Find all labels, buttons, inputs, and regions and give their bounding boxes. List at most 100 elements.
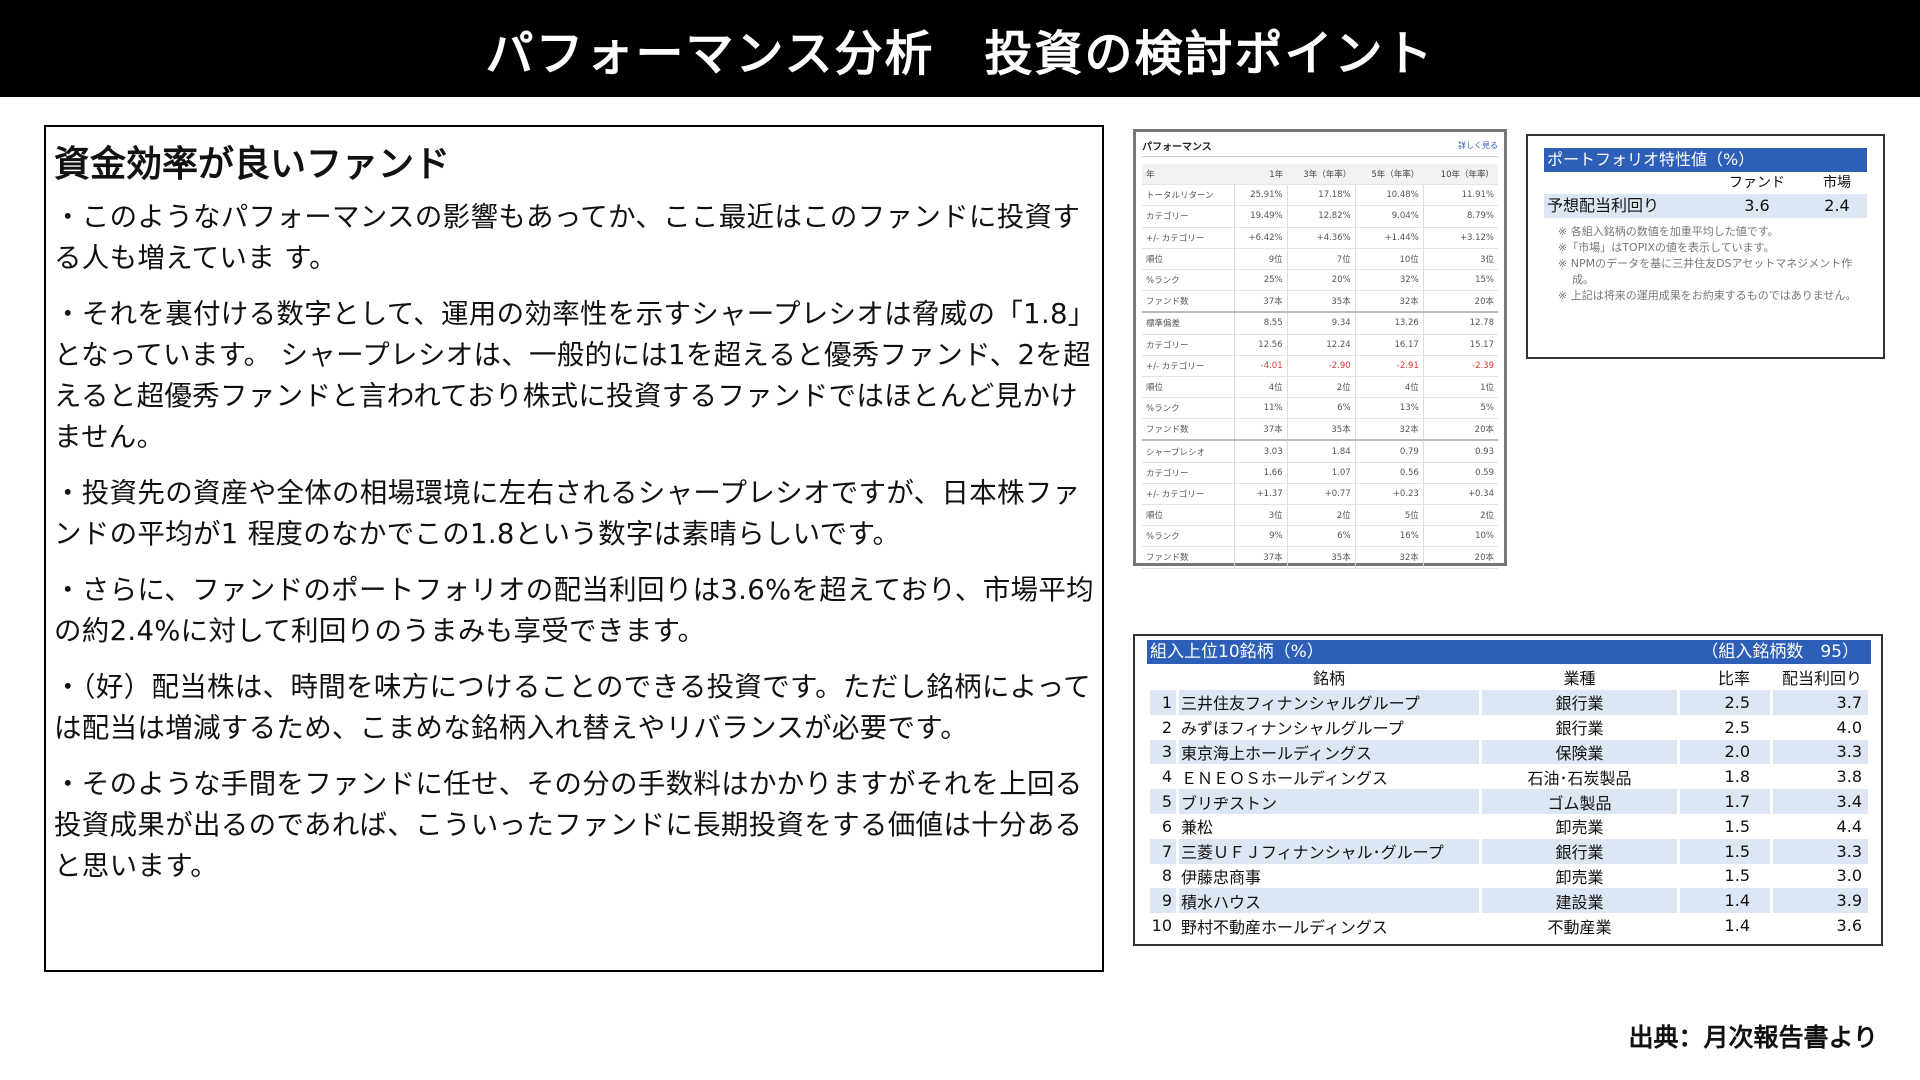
rank-number: 1 — [1150, 690, 1176, 715]
performance-header-row: 年 1年 3年（年率） 5年（年率） 10年（年率） — [1142, 164, 1498, 186]
table-row: トータルリターン 25.91% 17.18% 10.48% 11.91% — [1142, 184, 1498, 207]
performance-col-header: 10年（年率） — [1423, 164, 1498, 186]
cell-value: +0.23 — [1354, 483, 1424, 506]
row-label: %ランク — [1142, 397, 1235, 420]
table-row: カテゴリー 12.56 12.24 16.17 15.17 — [1142, 334, 1498, 356]
industry: 建設業 — [1482, 888, 1677, 914]
cell-value: 5位 — [1354, 504, 1424, 527]
stock-name: 野村不動産ホールディングス — [1181, 917, 1388, 937]
cell-value: 3.03 — [1234, 439, 1288, 463]
stock-name: 伊藤忠商事 — [1181, 867, 1262, 887]
row-label: 順位 — [1142, 248, 1235, 270]
performance-col-header: 5年（年率） — [1355, 164, 1424, 186]
cell-value: 9.04% — [1354, 205, 1424, 228]
cell-value: 17.18% — [1286, 184, 1356, 207]
paragraph: ・それを裏付ける数字として、運用の効率性を示すシャープレシオは脅威の「1.8」と… — [54, 298, 1096, 453]
col-weight: 比率 — [1717, 669, 1750, 688]
table-row: 1 三井住友フィナンシャルグループ 銀行業 2.5 3.7 — [1150, 690, 1868, 715]
note-line: ※「市場」はTOPIXの値を表示しています。 — [1558, 241, 1775, 254]
stock-name: 東京海上ホールディングス — [1179, 739, 1479, 765]
cell-value: 1.84 — [1286, 439, 1356, 463]
performance-table-panel: パフォーマンス 詳しく見る 年 1年 3年（年率） 5年（年率） 10年（年率） トータ… — [1133, 129, 1507, 569]
row-label: カテゴリー — [1142, 462, 1235, 484]
portfolio-characteristics-panel: ポートフォリオ特性値（%） ファンド 市場 予想配当利回り 3.6 2.4 ※ … — [1526, 134, 1885, 359]
table-row: %ランク 9% 6% 16% 10% — [1142, 525, 1498, 548]
weight: 1.5 — [1680, 838, 1770, 864]
cell-value: 20本 — [1422, 546, 1498, 569]
performance-col-header: 年 — [1142, 164, 1235, 186]
cell-value: 9位 — [1234, 248, 1288, 270]
table-row: カテゴリー 1.66 1.07 0.56 0.59 — [1142, 462, 1498, 484]
cell-value: 12.82% — [1286, 205, 1356, 228]
cell-value: 11% — [1234, 397, 1288, 420]
cell-value: 6% — [1286, 525, 1356, 548]
rank-number: 8 — [1161, 866, 1172, 886]
cell-value: 12.56 — [1234, 334, 1288, 356]
cell-value: 10% — [1422, 525, 1498, 548]
cell-value: 1.07 — [1286, 462, 1356, 484]
portfolio-notes: ※ 各組入銘柄の数値を加重平均した値です。 ※「市場」はTOPIXの値を表示してい… — [1544, 224, 1867, 304]
cell-value: 7位 — [1286, 248, 1356, 270]
cell-value: 4位 — [1354, 376, 1424, 399]
dividend-yield: 3.7 — [1773, 690, 1868, 715]
industry: 銀行業 — [1482, 690, 1677, 715]
cell-value: +4.36% — [1286, 227, 1356, 249]
paragraph: ・そのような手間をファンドに任せ、その分の手数料はかかりますがそれを上回る投資成… — [54, 768, 1083, 882]
fund-value: 3.6 — [1744, 196, 1770, 215]
cell-value: 0.56 — [1354, 462, 1424, 484]
industry: 卸売業 — [1555, 867, 1604, 887]
cell-value: 25% — [1234, 269, 1288, 292]
cell-value: 16% — [1354, 525, 1424, 548]
holdings-header-row: 銘柄 業種 比率 配当利回り — [1150, 664, 1868, 690]
cell-value: -2.39 — [1422, 355, 1498, 377]
stock-name: 三井住友フィナンシャルグループ — [1179, 690, 1479, 715]
paragraph: ・（好）配当株は、時間を味方につけることのできる投資です。ただし銘柄によっては配… — [54, 671, 1091, 744]
cell-value: 0.59 — [1422, 462, 1498, 484]
dividend-yield: 3.4 — [1773, 789, 1868, 814]
table-row: 順位 9位 7位 10位 3位 — [1142, 248, 1498, 270]
stock-name: ＥＮＥＯＳホールディングス — [1181, 768, 1388, 788]
cell-value: 1.66 — [1234, 462, 1288, 484]
table-row: +/- カテゴリー -4.01 -2.90 -2.91 -2.39 — [1142, 355, 1498, 377]
dividend-yield: 4.0 — [1836, 717, 1862, 737]
cell-value: 4位 — [1234, 376, 1288, 399]
cell-value: 3位 — [1234, 504, 1288, 527]
industry: 石油･石炭製品 — [1527, 768, 1632, 788]
weight: 1.7 — [1680, 789, 1770, 814]
cell-value: 32本 — [1354, 290, 1424, 313]
dividend-yield: 3.8 — [1836, 767, 1862, 787]
weight: 2.5 — [1724, 717, 1750, 737]
table-row: カテゴリー 19.49% 12.82% 9.04% 8.79% — [1142, 205, 1498, 228]
dividend-yield: 3.9 — [1773, 888, 1868, 914]
industry: 銀行業 — [1482, 838, 1677, 864]
table-row: 5 ブリヂストン ゴム製品 1.7 3.4 — [1150, 789, 1868, 814]
cell-value: 0.93 — [1422, 439, 1498, 463]
market-value: 2.4 — [1824, 196, 1850, 215]
cell-value: 13% — [1354, 397, 1424, 420]
cell-value: 13.26 — [1354, 311, 1424, 335]
table-row: +/- カテゴリー +6.42% +4.36% +1.44% +3.12% — [1142, 227, 1498, 249]
table-row: 2 みずほフィナンシャルグループ 銀行業 2.5 4.0 — [1150, 715, 1868, 740]
dividend-yield: 3.3 — [1773, 739, 1868, 765]
dividend-yield: 3.6 — [1836, 916, 1862, 936]
performance-col-header: 1年 — [1234, 164, 1288, 186]
cell-value: +3.12% — [1422, 227, 1498, 249]
weight: 1.5 — [1724, 816, 1750, 836]
cell-value: 9.34 — [1286, 311, 1356, 335]
cell-value: 35本 — [1286, 546, 1356, 569]
cell-value: +1.44% — [1354, 227, 1424, 249]
performance-table: 年 1年 3年（年率） 5年（年率） 10年（年率） トータルリターン 25.91% 17.… — [1142, 164, 1498, 569]
col-industry: 業種 — [1563, 669, 1596, 688]
cell-value: 2位 — [1422, 504, 1498, 527]
cell-value: 5% — [1422, 397, 1498, 420]
cell-value: 32% — [1354, 269, 1424, 292]
row-label: ファンド数 — [1142, 546, 1235, 569]
cell-value: +0.34 — [1422, 483, 1498, 506]
table-row: 標準偏差 8.55 9.34 13.26 12.78 — [1142, 311, 1498, 335]
row-label: 標準偏差 — [1142, 311, 1235, 335]
dividend-yield: 4.4 — [1836, 816, 1862, 836]
cell-value: -2.91 — [1354, 355, 1424, 377]
cell-value: 20本 — [1422, 418, 1498, 441]
details-link[interactable]: 詳しく見る — [1458, 140, 1498, 151]
cell-value: 1位 — [1422, 376, 1498, 399]
